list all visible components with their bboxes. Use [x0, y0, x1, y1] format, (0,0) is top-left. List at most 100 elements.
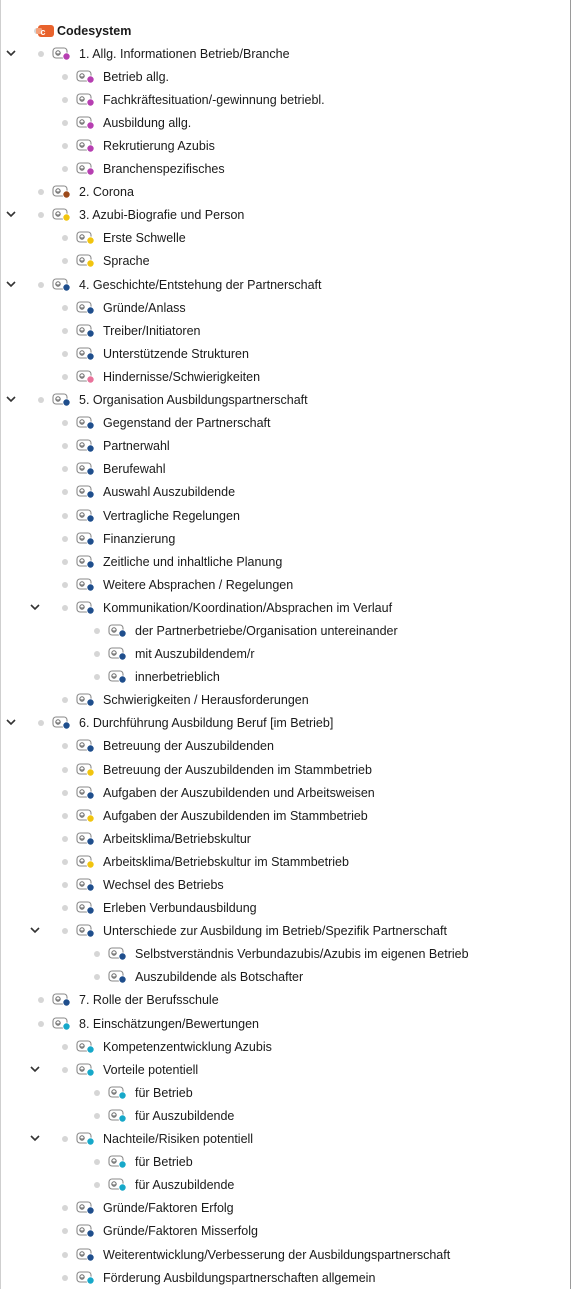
- tree-item-label: Kompetenzentwicklung Azubis: [103, 1039, 272, 1054]
- tree-row-betreuung-der-auszubildenden-im-stammbetrieb[interactable]: Betreuung der Auszubildenden im Stammbet…: [0, 758, 571, 781]
- code-tag-icon: [76, 301, 96, 315]
- code-tag-icon: [76, 578, 96, 592]
- chevron-down-icon[interactable]: [29, 601, 41, 613]
- tree-row-aufgaben-der-auszubildenden-im-stammbetrieb[interactable]: Aufgaben der Auszubildenden im Stammbetr…: [0, 804, 571, 827]
- tree-row-2-corona[interactable]: 2. Corona: [0, 181, 571, 204]
- tree-row-kompetenzentwicklung-azubis[interactable]: Kompetenzentwicklung Azubis: [0, 1035, 571, 1058]
- code-tag-icon: [76, 462, 96, 476]
- tree-row-gruende-faktoren-misserfolg[interactable]: Gründe/Faktoren Misserfolg: [0, 1220, 571, 1243]
- tree-item-label: Gegenstand der Partnerschaft: [103, 416, 271, 431]
- chevron-down-icon[interactable]: [5, 278, 17, 290]
- tree-row-schwierigkeiten-herausforderungen[interactable]: Schwierigkeiten / Herausforderungen: [0, 689, 571, 712]
- code-tag-icon: [76, 116, 96, 130]
- code-tag-icon: [76, 1201, 96, 1215]
- tree-row-arbeitsklima-betriebskultur[interactable]: Arbeitsklima/Betriebskultur: [0, 827, 571, 850]
- tree-connector-dot: [62, 766, 68, 773]
- tree-row-unterstuetzende-strukturen[interactable]: Unterstützende Strukturen: [0, 342, 571, 365]
- tree-row-kommunikation-koordination-absprachen-im-verlauf[interactable]: Kommunikation/Koordination/Absprachen im…: [0, 596, 571, 619]
- tree-row-vorteile-potentiell[interactable]: Vorteile potentiell: [0, 1058, 571, 1081]
- tree-row-ausbildung-allg[interactable]: Ausbildung allg.: [0, 111, 571, 134]
- tree-row-branchenspezifisches[interactable]: Branchenspezifisches: [0, 158, 571, 181]
- code-tag-icon: [76, 924, 96, 938]
- tree-connector-dot: [38, 281, 44, 288]
- tree-connector-dot: [62, 905, 68, 912]
- tree-connector-dot: [62, 1136, 68, 1143]
- tree-row-betreuung-der-auszubildenden[interactable]: Betreuung der Auszubildenden: [0, 735, 571, 758]
- tree-row-betrieb-allg[interactable]: Betrieb allg.: [0, 65, 571, 88]
- tree-row-vertragliche-regelungen[interactable]: Vertragliche Regelungen: [0, 504, 571, 527]
- tree-item-label: 6. Durchführung Ausbildung Beruf [im Bet…: [79, 716, 334, 731]
- tree-connector-dot: [94, 974, 100, 981]
- tree-row-hindernisse-schwierigkeiten[interactable]: Hindernisse/Schwierigkeiten: [0, 365, 571, 388]
- tree-item-label: Nachteile/Risiken potentiell: [103, 1132, 254, 1147]
- code-tag-icon: [76, 70, 96, 84]
- tree-item-label: Betrieb allg.: [103, 69, 170, 84]
- tree-row-gruende-anlass[interactable]: Gründe/Anlass: [0, 296, 571, 319]
- tree-row-5-organisation-ausbildungspartnerschaft[interactable]: 5. Organisation Ausbildungspartnerschaft: [0, 389, 571, 412]
- tree-row-treiber-initiatoren[interactable]: Treiber/Initiatoren: [0, 319, 571, 342]
- tree-row-fachkraeftesituation-gewinnung-betriebl[interactable]: Fachkräftesituation/-gewinnung betriebl.: [0, 88, 571, 111]
- tree-row-gegenstand-der-partnerschaft[interactable]: Gegenstand der Partnerschaft: [0, 412, 571, 435]
- code-tag-icon: [108, 670, 128, 684]
- tree-connector-dot: [62, 1066, 68, 1073]
- tree-row-7-rolle-der-berufsschule[interactable]: 7. Rolle der Berufsschule: [0, 989, 571, 1012]
- tree-row-4-geschichte-entstehung-der-partnerschaft[interactable]: 4. Geschichte/Entstehung der Partnerscha…: [0, 273, 571, 296]
- tree-row-zeitliche-und-inhaltliche-planung[interactable]: Zeitliche und inhaltliche Planung: [0, 550, 571, 573]
- tree-row-nachteile-risiken-potentiell[interactable]: Nachteile/Risiken potentiell: [0, 1128, 571, 1151]
- chevron-down-icon[interactable]: [29, 1132, 41, 1144]
- chevron-down-icon[interactable]: [29, 924, 41, 936]
- tree-item-label: Vorteile potentiell: [103, 1062, 199, 1077]
- tree-connector-dot: [94, 1112, 100, 1119]
- code-tag-icon: [76, 162, 96, 176]
- code-tag-icon: [76, 1040, 96, 1054]
- tree-row-3-azubi-biografie-und-person[interactable]: 3. Azubi-Biografie und Person: [0, 204, 571, 227]
- tree-row-weitere-absprachen-regelungen[interactable]: Weitere Absprachen / Regelungen: [0, 573, 571, 596]
- tree-row-rekrutierung-azubis[interactable]: Rekrutierung Azubis: [0, 134, 571, 157]
- tree-connector-dot: [94, 627, 100, 634]
- chevron-down-icon[interactable]: [5, 716, 17, 728]
- code-tag-icon: [76, 786, 96, 800]
- tree-row-8-einschaetzungen-bewertungen[interactable]: 8. Einschätzungen/Bewertungen: [0, 1012, 571, 1035]
- chevron-down-icon[interactable]: [29, 1063, 41, 1075]
- tree-item-label: Arbeitsklima/Betriebskultur: [103, 831, 251, 846]
- tree-row-innerbetrieblich[interactable]: innerbetrieblich: [0, 666, 571, 689]
- tree-row-unterschiede-zur-ausbildung-im-betrieb-spezifik-partnerschaf[interactable]: Unterschiede zur Ausbildung im Betrieb/S…: [0, 920, 571, 943]
- tree-item-label: 7. Rolle der Berufsschule: [79, 993, 219, 1008]
- tree-row-partnerwahl[interactable]: Partnerwahl: [0, 435, 571, 458]
- tree-row-foerderung-ausbildungspartnerschaften-allgemein[interactable]: Förderung Ausbildungspartnerschaften all…: [0, 1266, 571, 1289]
- tree-row-weiterentwicklung-verbesserung-der-ausbildungspartnerschaft[interactable]: Weiterentwicklung/Verbesserung der Ausbi…: [0, 1243, 571, 1266]
- tree-row-fuer-betrieb[interactable]: für Betrieb: [0, 1151, 571, 1174]
- tree-row-sprache[interactable]: Sprache: [0, 250, 571, 273]
- tree-row-aufgaben-der-auszubildenden-und-arbeitsweisen[interactable]: Aufgaben der Auszubildenden und Arbeitsw…: [0, 781, 571, 804]
- tree-connector-dot: [94, 1089, 100, 1096]
- tree-connector-dot: [38, 212, 44, 219]
- tree-connector-dot: [94, 674, 100, 681]
- chevron-down-icon[interactable]: [5, 47, 17, 59]
- tree-row-1-allg-informationen-betrieb-branche[interactable]: 1. Allg. Informationen Betrieb/Branche: [0, 42, 571, 65]
- tree-item-label: Erste Schwelle: [103, 231, 186, 246]
- tree-row-der-partnerbetriebe-organisation-untereinander[interactable]: der Partnerbetriebe/Organisation unterei…: [0, 619, 571, 642]
- tree-row-fuer-auszubildende[interactable]: für Auszubildende: [0, 1104, 571, 1127]
- tree-item-label: innerbetrieblich: [135, 670, 220, 685]
- chevron-down-icon[interactable]: [5, 393, 17, 405]
- tree-row-fuer-auszubildende[interactable]: für Auszubildende: [0, 1174, 571, 1197]
- tree-row-auswahl-auszubildende[interactable]: Auswahl Auszubildende: [0, 481, 571, 504]
- tree-row-selbstverstaendnis-verbundazubis-azubis-im-eigenen-betrieb[interactable]: Selbstverständnis Verbundazubis/Azubis i…: [0, 943, 571, 966]
- tree-row-wechsel-des-betriebs[interactable]: Wechsel des Betriebs: [0, 873, 571, 896]
- tree-row-berufewahl[interactable]: Berufewahl: [0, 458, 571, 481]
- tree-row-gruende-faktoren-erfolg[interactable]: Gründe/Faktoren Erfolg: [0, 1197, 571, 1220]
- tree-connector-dot: [62, 304, 68, 311]
- tree-row-mit-auszubildendem-r[interactable]: mit Auszubildendem/r: [0, 643, 571, 666]
- tree-row-erleben-verbundausbildung[interactable]: Erleben Verbundausbildung: [0, 897, 571, 920]
- tree-row-6-durchfuehrung-ausbildung-beruf-im-betrieb[interactable]: 6. Durchführung Ausbildung Beruf [im Bet…: [0, 712, 571, 735]
- chevron-down-icon[interactable]: [5, 208, 17, 220]
- tree-row-arbeitsklima-betriebskultur-im-stammbetrieb[interactable]: Arbeitsklima/Betriebskultur im Stammbetr…: [0, 850, 571, 873]
- code-system-tree[interactable]: c Codesystem 1. Allg. Informationen Betr…: [0, 19, 571, 1289]
- tree-row-auszubildende-als-botschafter[interactable]: Auszubildende als Botschafter: [0, 966, 571, 989]
- tree-row-fuer-betrieb[interactable]: für Betrieb: [0, 1081, 571, 1104]
- code-tag-icon: [76, 1063, 96, 1077]
- tree-root-codesystem[interactable]: c Codesystem: [0, 19, 571, 42]
- tree-connector-dot: [62, 1274, 68, 1281]
- tree-row-erste-schwelle[interactable]: Erste Schwelle: [0, 227, 571, 250]
- tree-row-finanzierung[interactable]: Finanzierung: [0, 527, 571, 550]
